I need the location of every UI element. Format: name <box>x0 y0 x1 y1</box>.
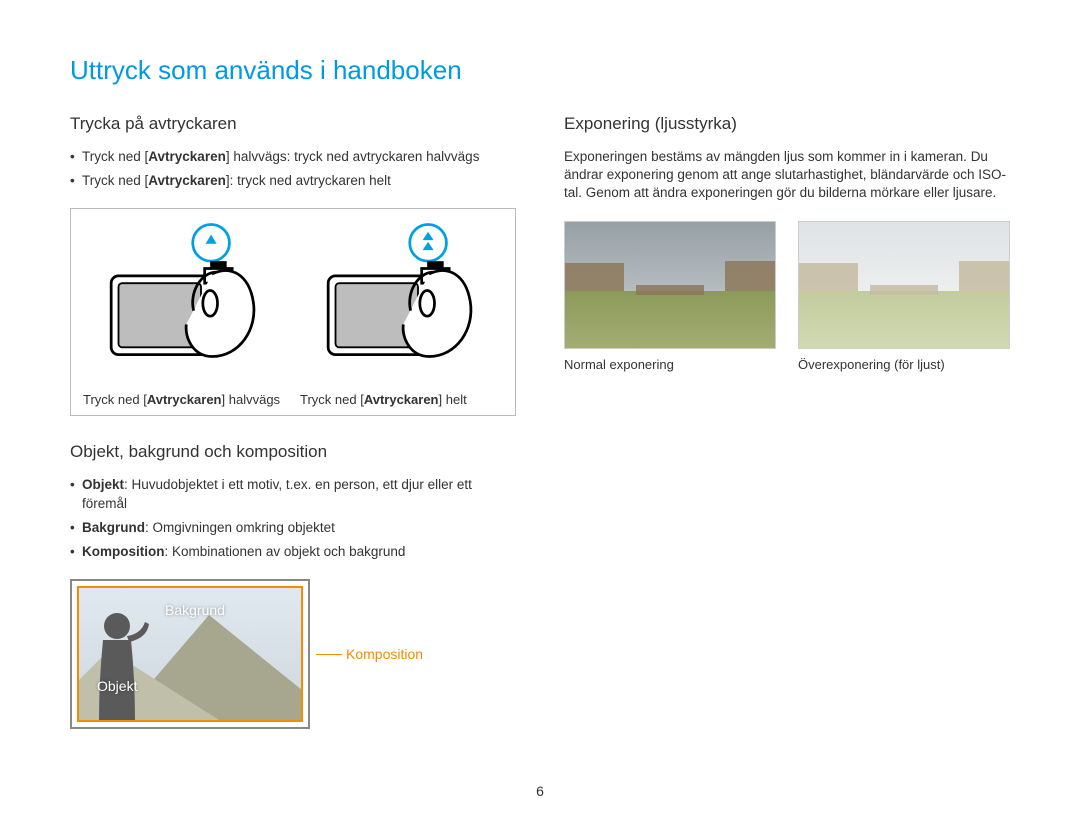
page-number: 6 <box>536 783 544 799</box>
composition-heading: Objekt, bakgrund och komposition <box>70 442 516 462</box>
exposure-heading: Exponering (ljusstyrka) <box>564 114 1010 134</box>
shutter-diagram-box: Tryck ned [Avtryckaren] halvvägs <box>70 208 516 416</box>
shutter-full-item: Tryck ned [Avtryckaren] helt <box>300 219 503 409</box>
exposure-over-caption: Överexponering (för ljust) <box>798 357 1010 372</box>
shutter-full-diagram <box>300 219 503 384</box>
shutter-half-diagram <box>83 219 286 384</box>
shutter-half-caption: Tryck ned [Avtryckaren] halvvägs <box>83 392 286 409</box>
shutter-heading: Trycka på avtryckaren <box>70 114 516 134</box>
exposure-body: Exponeringen bestäms av mängden ljus som… <box>564 148 1010 203</box>
two-column-layout: Trycka på avtryckaren Tryck ned [Avtryck… <box>70 114 1010 729</box>
composition-label-background: Bakgrund <box>165 602 225 618</box>
composition-bullet-2: Bakgrund: Omgivningen omkring objektet <box>70 519 516 537</box>
shutter-bullets: Tryck ned [Avtryckaren] halvvägs: tryck … <box>70 148 516 190</box>
exposure-normal-caption: Normal exponering <box>564 357 776 372</box>
composition-figure: Bakgrund Objekt Komposition <box>70 579 516 729</box>
camera-press-full-icon <box>319 219 484 384</box>
exposure-normal-image <box>564 221 776 349</box>
exposure-normal: Normal exponering <box>564 221 776 372</box>
exposure-over-image <box>798 221 1010 349</box>
page-title: Uttryck som används i handboken <box>70 55 1010 86</box>
exposure-over: Överexponering (för ljust) <box>798 221 1010 372</box>
composition-frame: Bakgrund Objekt <box>70 579 310 729</box>
camera-press-half-icon <box>102 219 267 384</box>
composition-label-composition: Komposition <box>346 646 423 662</box>
left-column: Trycka på avtryckaren Tryck ned [Avtryck… <box>70 114 516 729</box>
shutter-full-caption: Tryck ned [Avtryckaren] helt <box>300 392 503 409</box>
shutter-bullet-2: Tryck ned [Avtryckaren]: tryck ned avtry… <box>70 172 516 190</box>
composition-bullet-1: Objekt: Huvudobjektet i ett motiv, t.ex.… <box>70 476 516 512</box>
shutter-half-item: Tryck ned [Avtryckaren] halvvägs <box>83 219 286 409</box>
composition-bullet-3: Komposition: Kombinationen av objekt och… <box>70 543 516 561</box>
right-column: Exponering (ljusstyrka) Exponeringen bes… <box>564 114 1010 729</box>
composition-scene: Bakgrund Objekt <box>77 586 303 722</box>
person-silhouette-icon <box>91 610 151 720</box>
exposure-examples: Normal exponering Överexponering (för lj… <box>564 221 1010 372</box>
composition-label-object: Objekt <box>97 678 137 694</box>
shutter-bullet-1: Tryck ned [Avtryckaren] halvvägs: tryck … <box>70 148 516 166</box>
composition-bullets: Objekt: Huvudobjektet i ett motiv, t.ex.… <box>70 476 516 561</box>
